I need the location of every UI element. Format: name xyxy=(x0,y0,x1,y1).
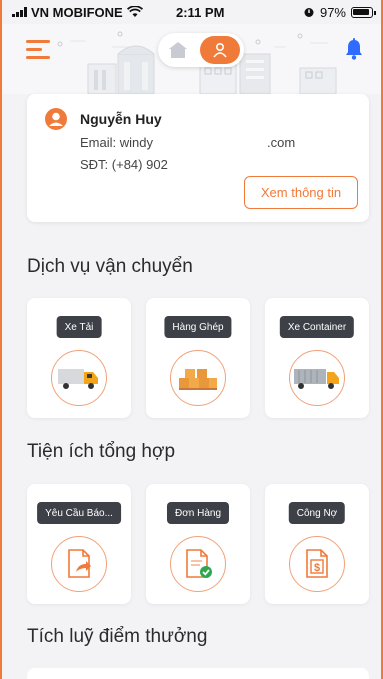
battery-icon xyxy=(351,6,376,18)
utility-card-quote-request[interactable]: Yêu Cầu Báo... xyxy=(27,484,131,604)
profile-card: Nguyễn Huy Email: windy .com SĐT: (+84) … xyxy=(27,94,369,222)
user-name: Nguyễn Huy xyxy=(80,111,162,127)
rewards-section-title: Tích luỹ điểm thưởng xyxy=(27,626,208,647)
utility-card-orders[interactable]: Đơn Hàng xyxy=(146,484,250,604)
user-phone: SĐT: (+84) 902 xyxy=(80,157,168,172)
status-time: 2:11 PM xyxy=(176,4,225,20)
wifi-icon xyxy=(126,6,143,17)
alarm-icon xyxy=(304,8,314,17)
user-icon xyxy=(213,42,227,58)
truck-icon xyxy=(51,350,107,406)
user-toggle-button[interactable] xyxy=(200,36,240,64)
home-user-toggle[interactable] xyxy=(158,33,244,67)
home-icon[interactable] xyxy=(168,41,188,59)
container-truck-icon xyxy=(289,350,345,406)
user-email: Email: windy xyxy=(80,135,153,150)
bell-icon[interactable] xyxy=(344,38,364,60)
battery-percent: 97% xyxy=(319,4,346,20)
avatar xyxy=(45,108,67,130)
service-label: Hàng Ghép xyxy=(164,316,232,338)
hamburger-menu-icon[interactable] xyxy=(26,40,50,60)
utility-card-debt[interactable]: Công Nợ $ xyxy=(265,484,369,604)
utility-section-title: Tiện ích tổng hợp xyxy=(27,441,176,462)
document-check-icon xyxy=(170,536,226,592)
view-info-button[interactable]: Xem thông tin xyxy=(244,176,358,209)
service-label: Xe Tải xyxy=(56,316,102,338)
service-card-consolidated[interactable]: Hàng Ghép xyxy=(146,298,250,418)
user-avatar-icon xyxy=(49,112,63,126)
user-email-domain: .com xyxy=(267,135,296,150)
svg-text:$: $ xyxy=(314,562,320,574)
utility-label: Yêu Cầu Báo... xyxy=(37,502,121,524)
app-header xyxy=(0,24,383,94)
signal-icon xyxy=(12,7,27,17)
utility-label: Công Nợ xyxy=(288,502,346,524)
document-dollar-icon: $ xyxy=(289,536,345,592)
service-card-container[interactable]: Xe Container xyxy=(265,298,369,418)
utility-label: Đơn Hàng xyxy=(166,502,230,524)
carrier-name: VN MOBIFONE xyxy=(31,4,123,20)
document-share-icon xyxy=(51,536,107,592)
service-label: Xe Container xyxy=(279,316,355,338)
boxes-icon xyxy=(170,350,226,406)
transport-section-title: Dịch vụ vận chuyển xyxy=(27,256,193,277)
status-bar: VN MOBIFONE 2:11 PM 97% xyxy=(0,0,383,24)
rewards-card[interactable] xyxy=(27,668,369,679)
service-card-truck[interactable]: Xe Tải xyxy=(27,298,131,418)
